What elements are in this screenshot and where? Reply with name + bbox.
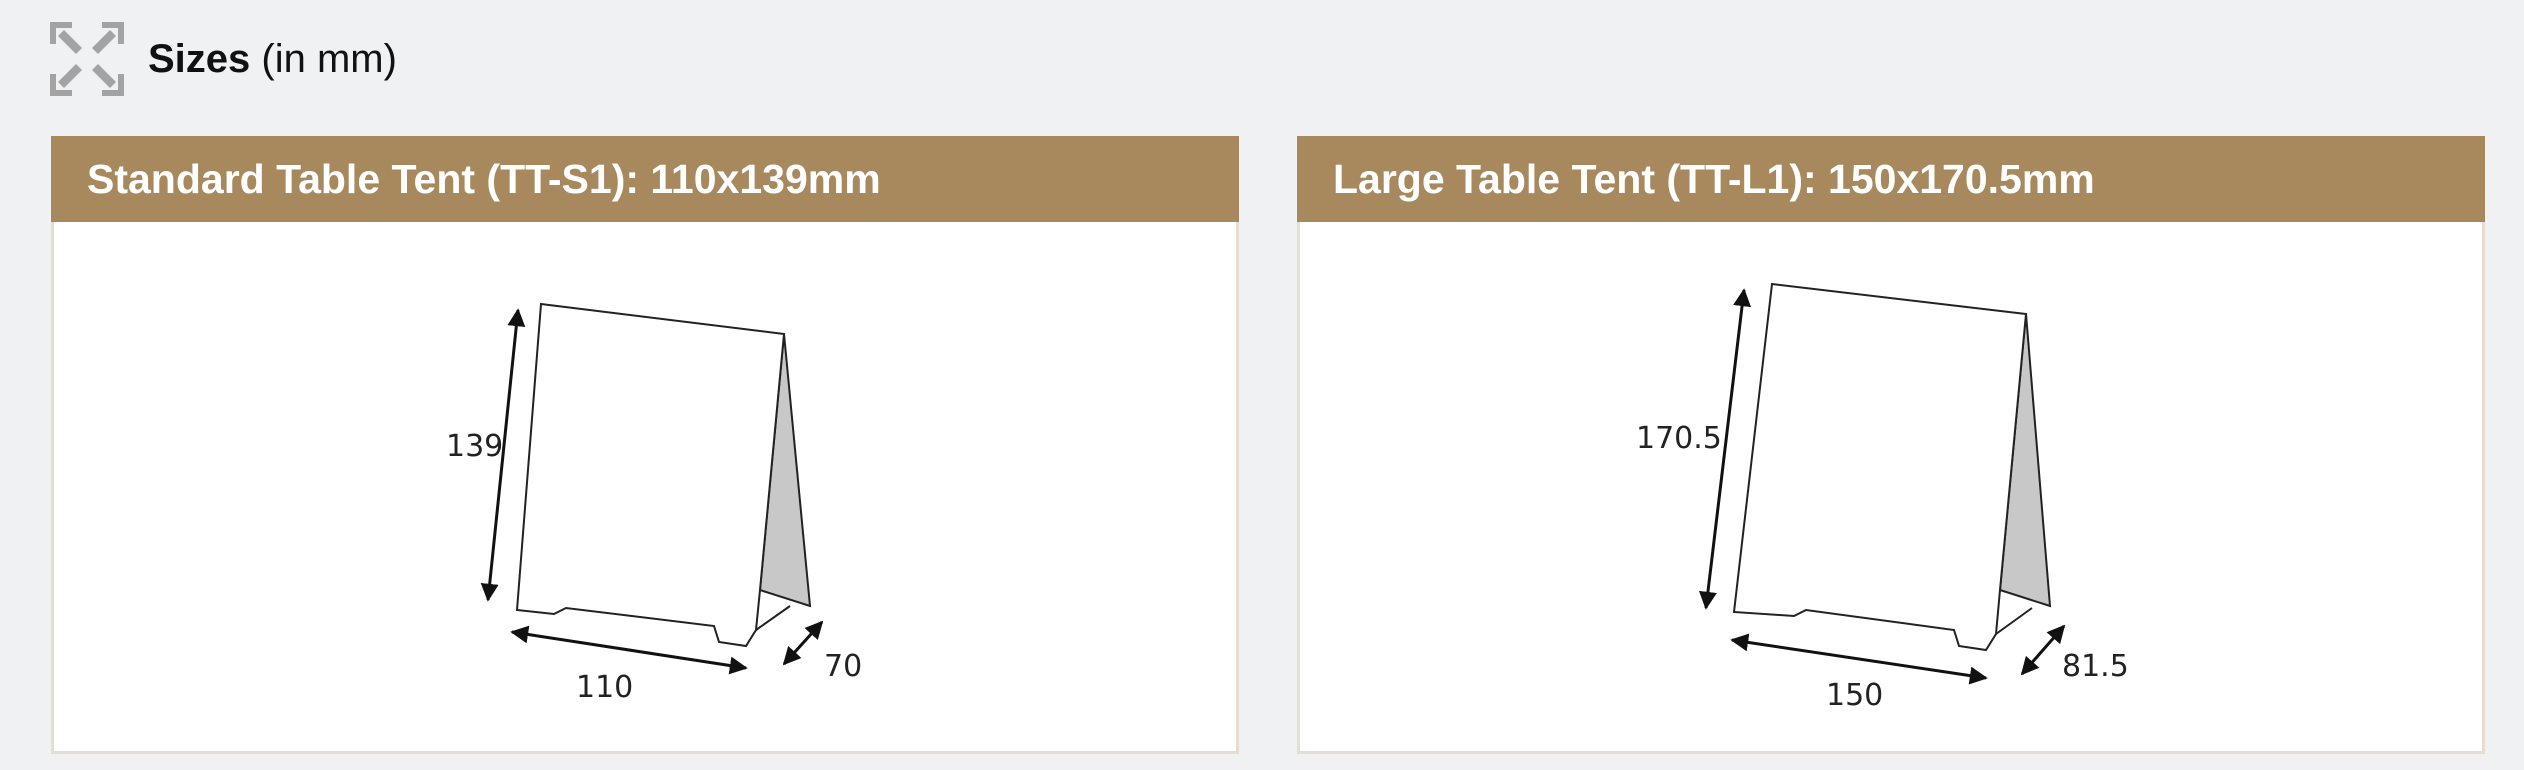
section-title-bold: Sizes: [148, 36, 251, 81]
depth-label: 81.5: [2062, 649, 2129, 684]
expand-arrows-icon: [50, 22, 124, 96]
tent-front-panel: [515, 302, 786, 648]
width-label: 150: [1826, 678, 1883, 713]
tent-front-panel: [1732, 282, 2028, 652]
tent-base-line: [755, 605, 791, 631]
tent-base-line: [1995, 607, 2033, 635]
depth-arrow: [2020, 624, 2066, 676]
product-card-standard: Standard Table Tent (TT-S1): 110x139mm 1…: [51, 136, 1239, 754]
tent-diagram: 170.5 150 81.5: [1300, 222, 2482, 751]
width-label: 110: [576, 670, 633, 705]
height-label: 170.5: [1636, 421, 1722, 456]
tent-diagram: 139 110 70: [54, 222, 1236, 751]
section-title: Sizes (in mm): [148, 37, 397, 82]
width-arrow: [1730, 633, 1988, 685]
depth-label: 70: [824, 649, 862, 684]
card-title: Large Table Tent (TT-L1): 150x170.5mm: [1297, 136, 2485, 222]
card-title: Standard Table Tent (TT-S1): 110x139mm: [51, 136, 1239, 222]
section-title-unit: (in mm): [261, 36, 397, 81]
width-arrow: [510, 625, 748, 675]
sizes-header: Sizes (in mm): [50, 22, 397, 96]
depth-arrow: [782, 620, 824, 666]
height-label: 139: [446, 429, 503, 464]
product-card-large: Large Table Tent (TT-L1): 150x170.5mm 17…: [1297, 136, 2485, 754]
tent-drawing: 139 110 70: [446, 302, 862, 705]
tent-drawing: 170.5 150 81.5: [1636, 282, 2129, 713]
